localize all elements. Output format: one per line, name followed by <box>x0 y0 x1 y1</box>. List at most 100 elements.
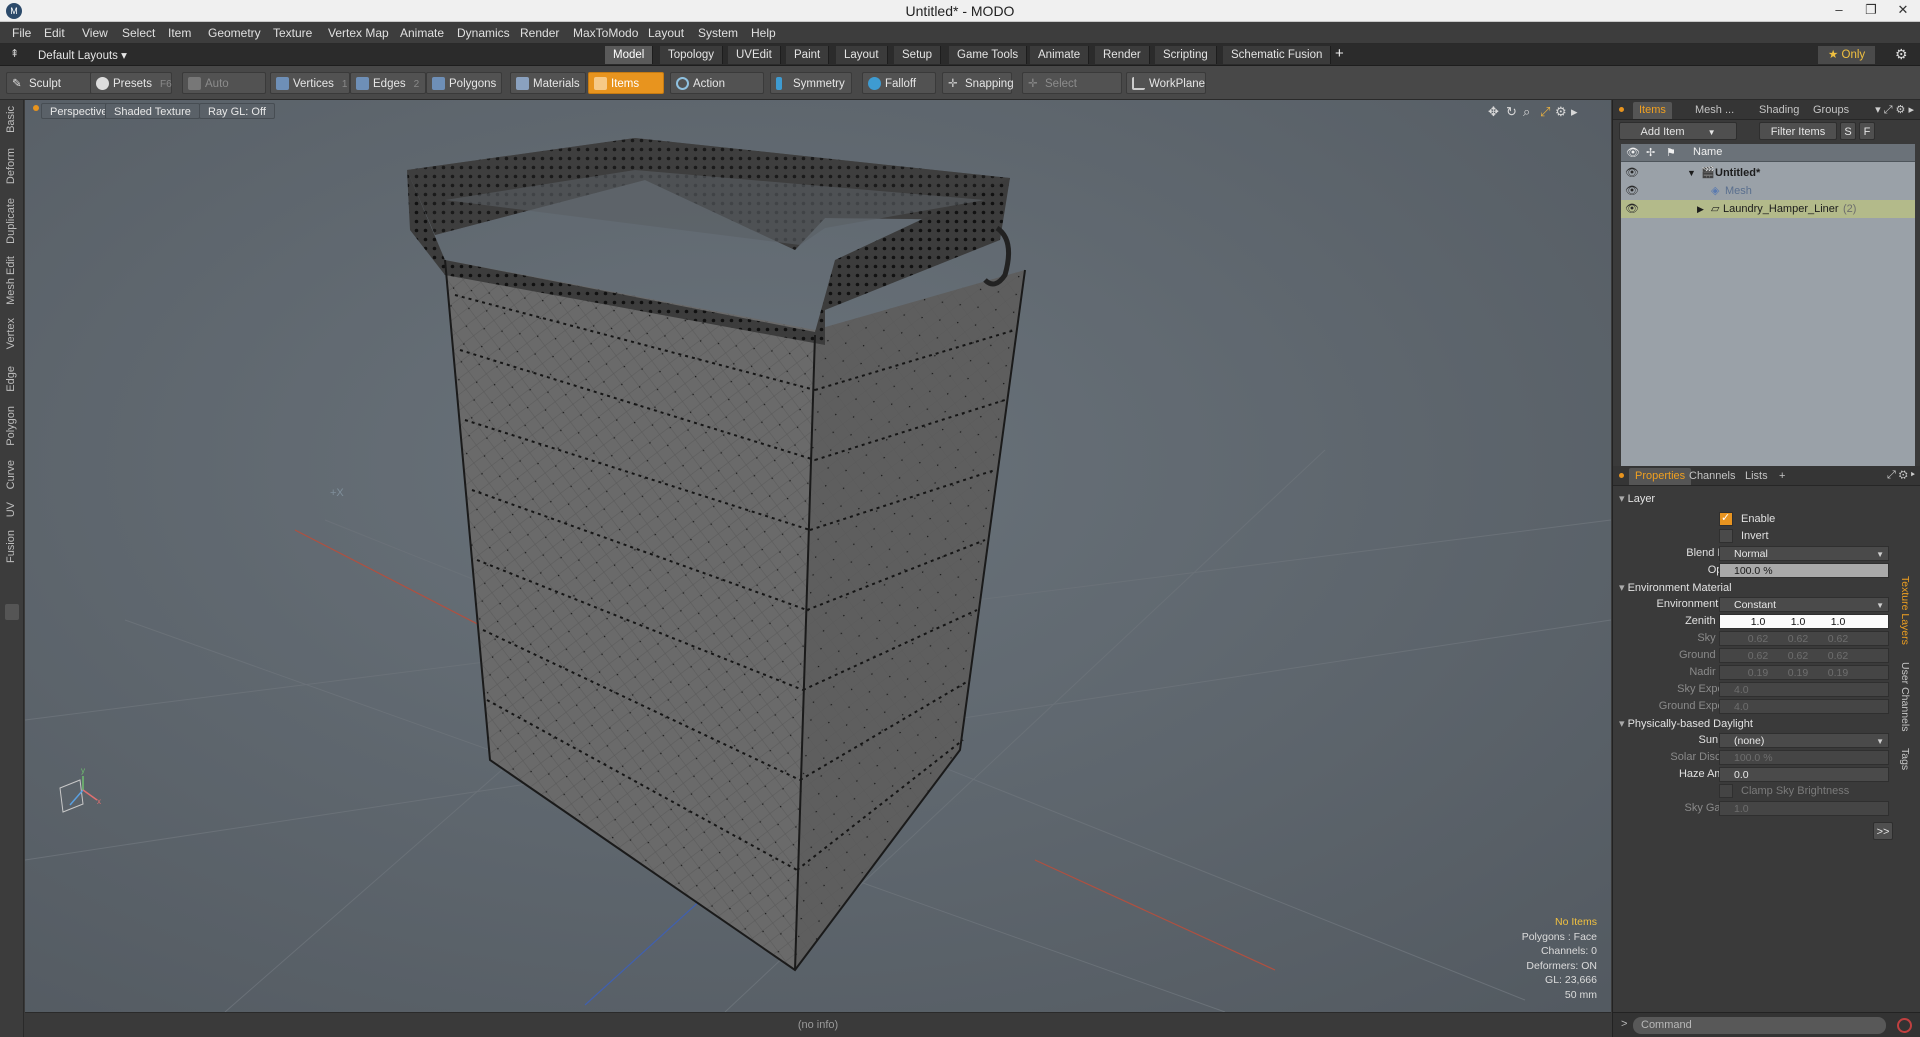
tab-animate[interactable]: Animate <box>1030 46 1090 64</box>
solar-disc-field[interactable]: 100.0 % <box>1719 750 1889 765</box>
tab-scripting[interactable]: Scripting <box>1155 46 1217 64</box>
select-through-button[interactable]: ✛Select Through <box>1022 72 1122 112</box>
vtab-user-channels[interactable]: User Channels <box>1899 662 1911 731</box>
tree-row-laundry-hamper[interactable]: 👁 ▶ ▱ Laundry_Hamper_Liner (2) <box>1621 200 1915 218</box>
fit-icon[interactable]: ⤢ <box>1540 104 1550 120</box>
tab-shading[interactable]: Shading <box>1753 102 1805 119</box>
f-button[interactable]: F <box>1859 122 1875 140</box>
minimize-icon[interactable]: – <box>1824 0 1854 22</box>
tab-layout[interactable]: Layout <box>836 46 888 64</box>
viewport-menu-dot-icon[interactable] <box>33 105 39 111</box>
tab-render[interactable]: Render <box>1095 46 1150 64</box>
tab-model[interactable]: Model <box>605 46 654 64</box>
menu-layout[interactable]: Layout <box>648 26 684 40</box>
tab-lists[interactable]: Lists <box>1739 468 1774 485</box>
workplane-button[interactable]: WorkPlane <box>1126 72 1206 94</box>
shading-mode-button[interactable]: Shaded Texture <box>105 103 200 119</box>
vertices-button[interactable]: Vertices 1 <box>270 72 350 94</box>
restore-icon[interactable]: ❐ <box>1856 0 1886 22</box>
section-layer[interactable]: Layer <box>1619 492 1656 505</box>
haze-amount-field[interactable]: 0.0 <box>1719 767 1889 782</box>
tree-row-mesh[interactable]: 👁 ◈ Mesh <box>1621 182 1915 200</box>
section-daylight[interactable]: Physically-based Daylight <box>1619 717 1753 730</box>
tab-mesh[interactable]: Mesh ... <box>1689 102 1740 119</box>
tab-items[interactable]: Items <box>1633 102 1672 119</box>
filter-items-button[interactable]: Filter Items <box>1759 122 1837 140</box>
menu-animate[interactable]: Animate <box>400 26 444 40</box>
sky-exponent-field[interactable]: 4.0 <box>1719 682 1889 697</box>
menu-render[interactable]: Render <box>520 26 559 40</box>
command-input[interactable]: Command <box>1633 1017 1886 1034</box>
vtab-vertex[interactable]: Vertex <box>5 318 17 349</box>
vtab-uv[interactable]: UV <box>5 502 17 517</box>
menu-file[interactable]: File <box>12 26 31 40</box>
presets-button[interactable]: Presets F6 <box>90 72 172 94</box>
s-button[interactable]: S <box>1840 122 1856 140</box>
items-button[interactable]: Items <box>588 72 664 94</box>
panel-options-icon[interactable]: ▾ ⤢ ⚙ ▸ <box>1875 103 1914 117</box>
zenith-color-field[interactable]: 1.0 1.0 1.0 <box>1719 614 1889 629</box>
menu-maxtomodo[interactable]: MaxToModo <box>573 26 638 40</box>
left-tabs-handle[interactable] <box>5 604 19 620</box>
ground-color-field[interactable]: 0.62 0.62 0.62 <box>1719 648 1889 663</box>
invert-checkbox[interactable] <box>1719 529 1733 543</box>
edges-button[interactable]: Edges 2 <box>350 72 426 94</box>
tab-add[interactable]: + <box>1773 468 1791 485</box>
eye-icon[interactable]: 👁 <box>1625 164 1639 182</box>
snapping-button[interactable]: ✛ Snapping <box>942 72 1014 94</box>
panel-dot-icon[interactable] <box>1619 107 1624 112</box>
action-center-button[interactable]: Action Center <box>670 72 764 112</box>
vtab-texture-layers[interactable]: Texture Layers <box>1899 576 1911 645</box>
viewport-settings-icon[interactable]: ⚙ <box>1555 104 1567 120</box>
menu-system[interactable]: System <box>698 26 738 40</box>
section-environment-material[interactable]: Environment Material <box>1619 581 1732 594</box>
symmetry-button[interactable]: Symmetry <box>770 72 852 94</box>
tab-groups[interactable]: Groups <box>1807 102 1855 119</box>
polygons-button[interactable]: Polygons <box>426 72 502 94</box>
only-button[interactable]: ★ Only <box>1818 46 1876 64</box>
expand-icon[interactable]: ▶ <box>1697 200 1704 218</box>
vtab-basic[interactable]: Basic <box>5 106 17 133</box>
more-button[interactable]: >> <box>1873 822 1893 840</box>
panel-dot-icon[interactable] <box>1619 473 1624 478</box>
sky-color-field[interactable]: 0.62 0.62 0.62 <box>1719 631 1889 646</box>
close-icon[interactable]: ✕ <box>1888 0 1918 22</box>
env-type-select[interactable]: Constant ▼ <box>1719 597 1889 612</box>
vtab-curve[interactable]: Curve <box>5 460 17 489</box>
sky-gamma-field[interactable]: 1.0 <box>1719 801 1889 816</box>
layout-menu-icon[interactable]: ⇞ <box>10 47 19 60</box>
add-item-button[interactable]: Add Item ▼ <box>1619 122 1737 140</box>
vtab-deform[interactable]: Deform <box>5 148 17 184</box>
tab-paint[interactable]: Paint <box>786 46 830 64</box>
menu-geometry[interactable]: Geometry <box>208 26 261 40</box>
eye-icon[interactable]: 👁 <box>1625 200 1639 218</box>
name-col-header[interactable]: Name <box>1693 146 1722 158</box>
menu-help[interactable]: Help <box>751 26 776 40</box>
tab-schematic-fusion[interactable]: Schematic Fusion <box>1223 46 1332 64</box>
add-tab-icon[interactable]: + <box>1335 45 1344 62</box>
tree-row-scene[interactable]: 👁 ▼ 🎬 Untitled* <box>1621 164 1915 182</box>
sculpt-button[interactable]: ✎ Sculpt <box>6 72 92 94</box>
menu-view[interactable]: View <box>82 26 108 40</box>
tab-game-tools[interactable]: Game Tools <box>949 46 1028 64</box>
vtab-mesh-edit[interactable]: Mesh Edit <box>5 256 17 305</box>
clamp-sky-checkbox[interactable] <box>1719 784 1733 798</box>
auto-select-button[interactable]: Auto Select <box>182 72 266 112</box>
tab-properties[interactable]: Properties <box>1629 468 1692 485</box>
menu-edit[interactable]: Edit <box>44 26 65 40</box>
pan-icon[interactable]: ✥ <box>1488 104 1499 120</box>
panel-options-icon[interactable]: ⤢ ⚙ ▸ <box>1887 469 1915 482</box>
vtab-tags[interactable]: Tags <box>1899 748 1911 770</box>
tab-setup[interactable]: Setup <box>894 46 942 64</box>
enable-checkbox[interactable] <box>1719 511 1733 526</box>
ground-exponent-field[interactable]: 4.0 <box>1719 699 1889 714</box>
menu-vertex-map[interactable]: Vertex Map <box>328 26 389 40</box>
sun-light-select[interactable]: (none) ▼ <box>1719 733 1889 748</box>
vtab-fusion[interactable]: Fusion <box>5 530 17 563</box>
3d-viewport[interactable]: +X y x Perspective Shaded Texture Ray GL… <box>25 100 1611 1012</box>
vtab-polygon[interactable]: Polygon <box>5 406 17 446</box>
menu-item[interactable]: Item <box>168 26 191 40</box>
materials-button[interactable]: Materials <box>510 72 586 94</box>
raygl-button[interactable]: Ray GL: Off <box>199 103 275 119</box>
menu-dynamics[interactable]: Dynamics <box>457 26 510 40</box>
